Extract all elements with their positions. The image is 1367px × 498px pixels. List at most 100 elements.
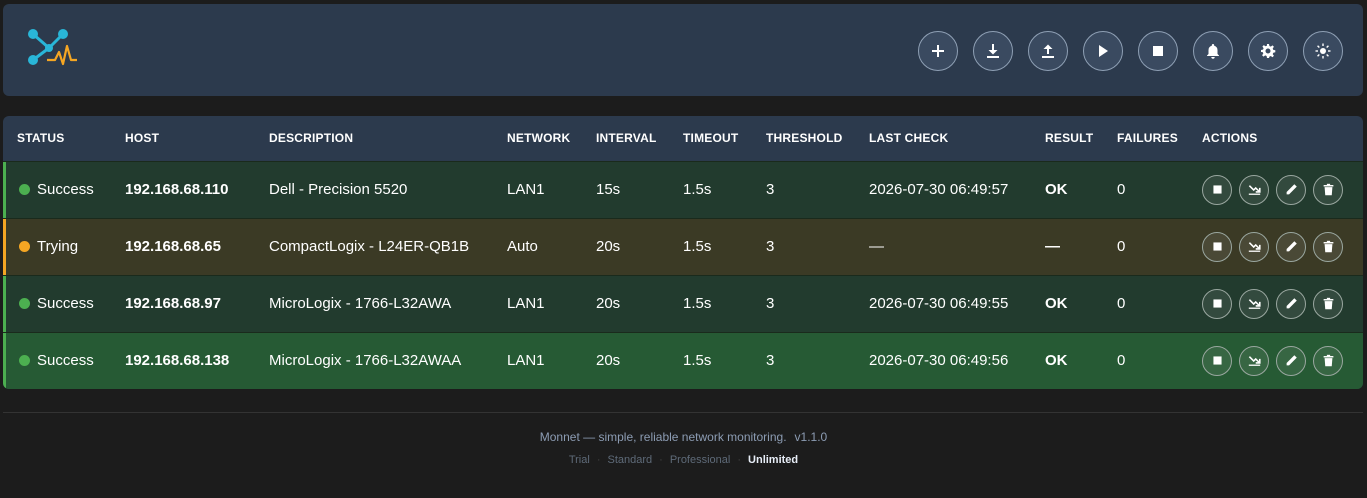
last-check-cell: — xyxy=(869,238,884,255)
status-text: Success xyxy=(37,352,94,370)
notifications-button[interactable] xyxy=(1193,31,1233,71)
timeout-cell: 1.5s xyxy=(683,181,712,198)
import-button[interactable] xyxy=(973,31,1013,71)
result-cell: OK xyxy=(1045,295,1068,312)
network-cell: LAN1 xyxy=(507,352,545,370)
stop-button[interactable] xyxy=(1202,288,1232,319)
stop-all-button[interactable] xyxy=(1138,31,1178,71)
description-cell: CompactLogix - L24ER-QB1B xyxy=(269,238,470,255)
pencil-icon xyxy=(1286,298,1297,309)
host-cell: 192.168.68.97 xyxy=(125,295,221,312)
status-text: Success xyxy=(37,181,94,198)
version-text: v1.1.0 xyxy=(794,430,828,444)
last-check-cell: 2026-07-30 06:49:57 xyxy=(869,181,1009,198)
export-button[interactable] xyxy=(1028,31,1068,71)
table-row[interactable]: Trying 192.168.68.65 CompactLogix - L24ER-… xyxy=(3,218,1363,275)
plan-trial[interactable]: Trial xyxy=(569,454,590,466)
col-result-header: RESULT xyxy=(1045,131,1094,146)
edit-button[interactable] xyxy=(1276,288,1306,319)
trash-icon xyxy=(1323,355,1333,367)
network-cell: LAN1 xyxy=(507,295,545,312)
pencil-icon xyxy=(1286,241,1297,252)
pencil-icon xyxy=(1286,184,1297,195)
actions-cell xyxy=(1202,275,1363,332)
stop-button[interactable] xyxy=(1202,345,1232,376)
table-row[interactable]: Success 192.168.68.97 MicroLogix - 1766-L3… xyxy=(3,275,1363,332)
graph-button[interactable] xyxy=(1239,174,1269,205)
plan-unlimited[interactable]: Unlimited xyxy=(748,454,798,466)
description-cell: Dell - Precision 5520 xyxy=(269,181,408,198)
table-row[interactable]: Success 192.168.68.138 MicroLogix - 1766-L… xyxy=(3,332,1363,389)
status-text: Trying xyxy=(37,238,79,255)
edit-button[interactable] xyxy=(1276,174,1306,205)
plan-separator: · xyxy=(596,454,601,466)
add-button[interactable] xyxy=(918,31,958,71)
stop-button[interactable] xyxy=(1202,174,1232,205)
trash-icon xyxy=(1323,183,1333,196)
edit-button[interactable] xyxy=(1276,231,1306,262)
trend-icon xyxy=(1248,242,1261,252)
delete-button[interactable] xyxy=(1313,231,1343,262)
play-icon xyxy=(1099,45,1108,57)
status-text: Success xyxy=(37,295,94,312)
graph-button[interactable] xyxy=(1239,231,1269,262)
timeout-cell: 1.5s xyxy=(683,352,712,370)
result-cell: OK xyxy=(1045,352,1068,370)
interval-cell: 20s xyxy=(596,352,621,370)
status-badge: Trying xyxy=(3,238,125,255)
plan-separator: · xyxy=(659,454,663,466)
timeout-cell: 1.5s xyxy=(683,238,712,255)
status-dot-icon xyxy=(19,298,30,309)
edit-button[interactable] xyxy=(1276,345,1306,376)
status-dot-icon xyxy=(19,184,30,195)
status-cell: Success xyxy=(3,332,125,389)
monnet-logo-icon xyxy=(28,29,77,66)
failures-cell: 0 xyxy=(1117,181,1126,198)
actions-cell xyxy=(1202,218,1363,275)
settings-button[interactable] xyxy=(1248,31,1288,71)
stop-icon xyxy=(1212,356,1222,365)
plan-standard[interactable]: Standard xyxy=(607,454,652,466)
col-failures-header: FAILURES xyxy=(1117,131,1178,146)
stop-icon xyxy=(1212,299,1222,308)
plan-professional[interactable]: Professional xyxy=(670,454,731,466)
col-host-header: HOST xyxy=(125,131,160,146)
failures-cell: 0 xyxy=(1117,295,1126,312)
result-cell: OK xyxy=(1045,181,1068,198)
col-threshold-header: THRESHOLD xyxy=(766,131,843,146)
gear-icon xyxy=(1261,44,1276,58)
host-cell: 192.168.68.138 xyxy=(125,352,230,370)
graph-button[interactable] xyxy=(1239,288,1269,319)
trend-icon xyxy=(1248,185,1261,195)
status-badge: Success xyxy=(3,295,125,312)
threshold-cell: 3 xyxy=(766,352,775,370)
col-description-header: DESCRIPTION xyxy=(269,131,354,146)
delete-button[interactable] xyxy=(1313,288,1343,319)
col-status-header: STATUS xyxy=(17,131,65,146)
status-cell: Success xyxy=(3,275,125,332)
timeout-cell: 1.5s xyxy=(683,295,712,312)
theme-toggle-button[interactable] xyxy=(1303,31,1343,71)
trash-icon xyxy=(1323,240,1333,253)
col-actions-header: ACTIONS xyxy=(1202,131,1258,146)
table-row[interactable]: Success 192.168.68.110 Dell - Precision 55… xyxy=(3,161,1363,218)
col-network-header: NETWORK xyxy=(507,131,571,146)
delete-button[interactable] xyxy=(1313,174,1343,205)
network-cell: Auto xyxy=(507,238,538,255)
bell-icon xyxy=(1207,44,1219,59)
stop-button[interactable] xyxy=(1202,231,1232,262)
tagline-text: Monnet — simple, reliable network monito… xyxy=(539,430,787,444)
graph-button[interactable] xyxy=(1239,345,1269,376)
trend-icon xyxy=(1248,356,1261,367)
plus-icon xyxy=(932,45,944,57)
start-all-button[interactable] xyxy=(1083,31,1123,71)
failures-cell: 0 xyxy=(1117,238,1126,255)
network-cell: LAN1 xyxy=(507,181,545,198)
pencil-icon xyxy=(1286,355,1297,366)
stop-icon xyxy=(1212,185,1222,194)
delete-button[interactable] xyxy=(1313,345,1343,376)
actions-cell xyxy=(1202,161,1363,218)
app-header xyxy=(3,4,1363,96)
interval-cell: 20s xyxy=(596,238,621,255)
hosts-table: STATUS HOST DESCRIPTION NETWORK INTERVAL… xyxy=(3,116,1363,389)
